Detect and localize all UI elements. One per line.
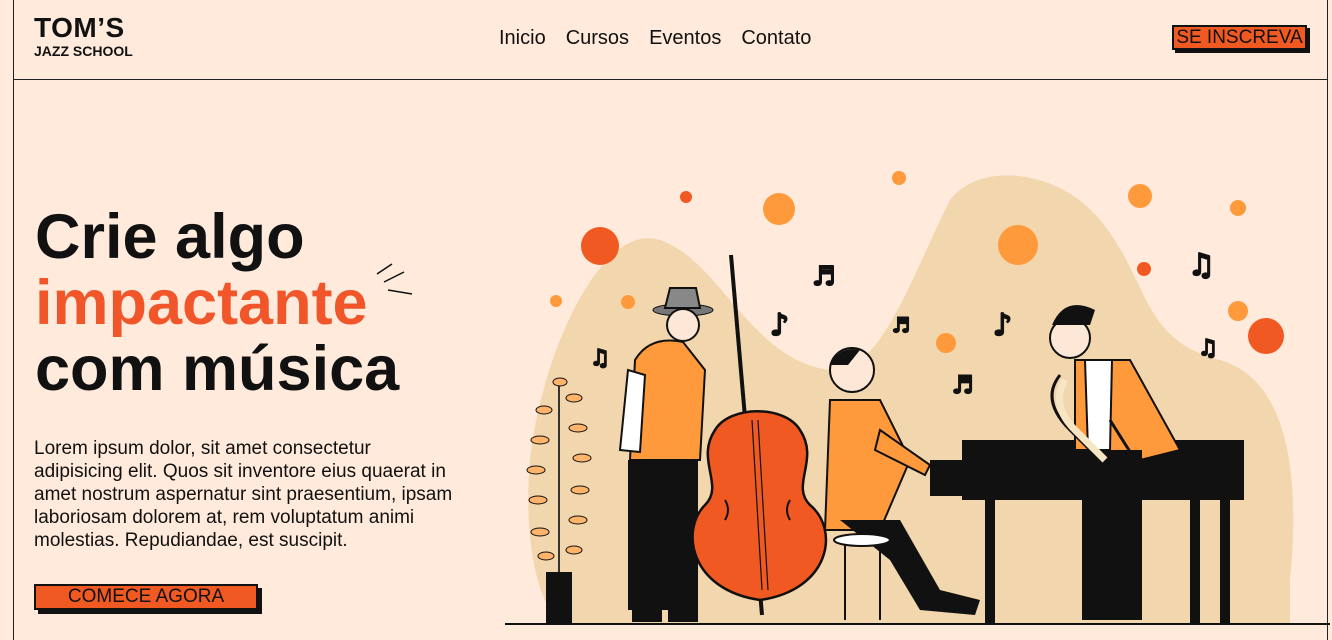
- nav-cursos[interactable]: Cursos: [566, 27, 629, 50]
- nav-contato[interactable]: Contato: [741, 27, 811, 50]
- svg-text:♫: ♫: [1198, 336, 1218, 361]
- svg-text:♬: ♬: [892, 313, 910, 337]
- hero-title-line2: impactante: [35, 268, 368, 338]
- nav-inicio[interactable]: Inicio: [499, 27, 546, 50]
- svg-text:♪: ♪: [993, 308, 1012, 343]
- main-nav: Inicio Cursos Eventos Contato: [499, 27, 831, 50]
- sparkle-lines-icon: [376, 263, 413, 295]
- svg-text:♫: ♫: [590, 346, 610, 371]
- jazz-band-illustration: ♬ ♪ ♫ ♬ ♪ ♬ ♫ ♫: [505, 171, 1330, 625]
- hero-title: Crie algo impactante com música: [35, 204, 399, 402]
- svg-text:♫: ♫: [1188, 248, 1215, 283]
- logo[interactable]: TOM’S JAZZ SCHOOL: [34, 12, 133, 59]
- svg-text:♬: ♬: [812, 262, 835, 292]
- logo-subtitle: JAZZ SCHOOL: [34, 43, 133, 59]
- nav-eventos[interactable]: Eventos: [649, 27, 721, 50]
- logo-title: TOM’S: [34, 12, 125, 43]
- signup-button[interactable]: SE INSCREVA: [1172, 25, 1307, 50]
- svg-text:♪: ♪: [770, 308, 789, 343]
- hero-description: Lorem ipsum dolor, sit amet consectetur …: [34, 438, 453, 551]
- site-header: TOM’S JAZZ SCHOOL Inicio Cursos Eventos …: [13, 0, 1328, 80]
- hero-title-line1: Crie algo: [35, 202, 305, 272]
- start-now-button[interactable]: COMECE AGORA: [34, 584, 258, 610]
- svg-text:♬: ♬: [952, 371, 974, 399]
- hero-title-line3: com música: [35, 334, 400, 404]
